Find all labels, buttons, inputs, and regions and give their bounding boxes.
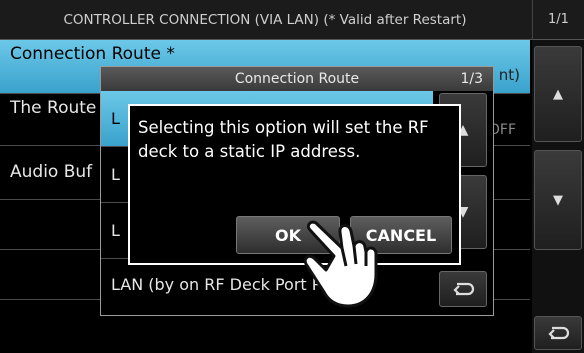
- submenu-item-label: L: [111, 221, 120, 240]
- confirmation-dialog: Selecting this option will set the RF de…: [128, 104, 461, 265]
- pointing-hand-icon: [303, 220, 378, 308]
- scroll-column: ▲ ▼: [532, 40, 584, 353]
- return-arrow-icon: [548, 326, 570, 340]
- menu-row-label: Audio Buf: [10, 162, 93, 182]
- submenu-item-label: L: [111, 109, 120, 128]
- page-title: CONTROLLER CONNECTION (VIA LAN) (* Valid…: [63, 12, 467, 28]
- header-bar: CONTROLLER CONNECTION (VIA LAN) (* Valid…: [0, 0, 584, 40]
- menu-row-label: The Route: [10, 98, 97, 118]
- scroll-up-button[interactable]: ▲: [534, 46, 582, 142]
- page-indicator: 1/1: [532, 0, 584, 40]
- back-button[interactable]: [534, 316, 582, 350]
- submenu-title: Connection Route: [101, 67, 493, 91]
- submenu-item-label: L: [111, 165, 120, 184]
- return-arrow-icon: [453, 282, 475, 296]
- screen: CONTROLLER CONNECTION (VIA LAN) (* Valid…: [0, 0, 584, 353]
- submenu-page-indicator: 1/3: [460, 71, 483, 87]
- submenu-back-button[interactable]: [439, 271, 487, 307]
- dialog-message: Selecting this option will set the RF de…: [138, 118, 429, 161]
- triangle-up-icon: ▲: [553, 86, 563, 102]
- triangle-down-icon: ▼: [553, 192, 563, 208]
- scroll-down-button[interactable]: ▼: [534, 150, 582, 250]
- menu-row-value: nt): [498, 66, 520, 84]
- menu-row-label: Connection Route *: [10, 44, 175, 64]
